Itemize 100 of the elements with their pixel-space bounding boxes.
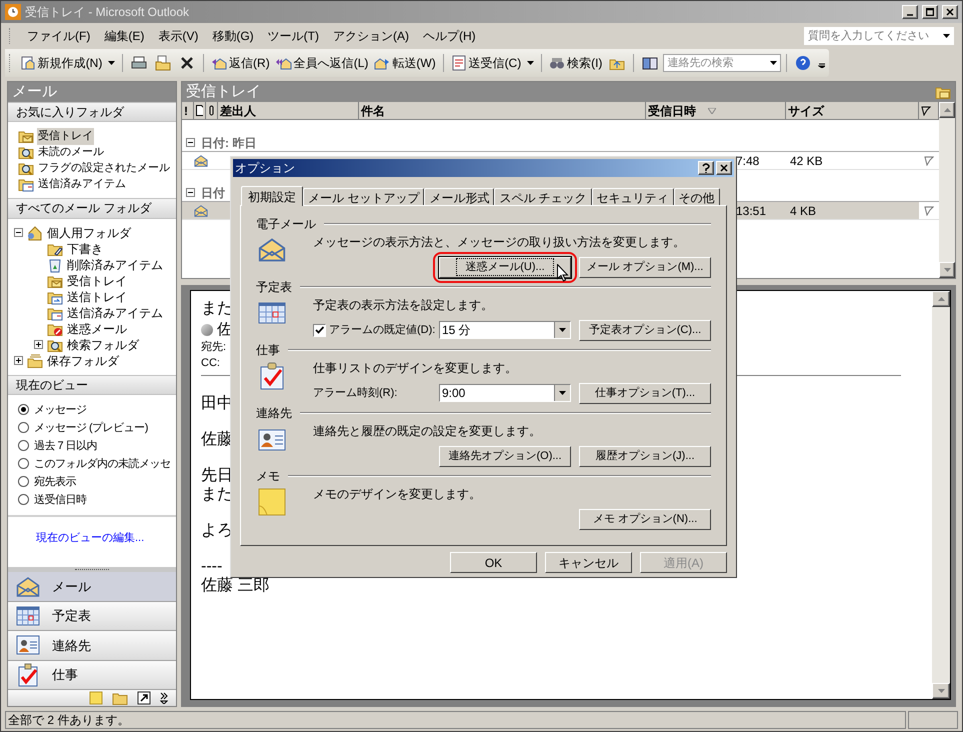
menu-item[interactable]: ヘルプ(H) [416, 27, 483, 45]
favorite-folder[interactable]: フラグの設定されたメール [37, 160, 171, 177]
nav-button[interactable]: 予定表 [8, 602, 176, 632]
close-button[interactable] [716, 161, 732, 175]
nav-button[interactable]: 仕事 [8, 660, 176, 690]
column-header[interactable]: 件名 [359, 102, 646, 119]
close-button[interactable] [942, 5, 958, 19]
folder-item[interactable]: 下書き [67, 240, 103, 258]
toolbar-button[interactable]: 全員へ返信(L) [274, 54, 370, 72]
folder-item[interactable]: 検索フォルダ [67, 336, 139, 354]
dialog-tab[interactable]: セキュリティ [592, 188, 674, 205]
folder-item[interactable]: 送信トレイ [67, 288, 127, 306]
cc-label: CC: [201, 356, 220, 371]
favorite-folder[interactable]: 未読のメール [37, 144, 105, 161]
radio-button[interactable] [18, 476, 29, 488]
column-header[interactable]: 差出人 [218, 102, 359, 119]
checkbox-label[interactable]: アラームの既定値(D): [329, 322, 436, 338]
scrollbar[interactable] [939, 102, 955, 278]
scroll-down-button[interactable] [932, 683, 950, 699]
toolbar-button[interactable]: 転送(W) [372, 54, 438, 72]
nav-button[interactable]: メール [8, 572, 176, 602]
favorite-folder[interactable]: 送信済みアイテム [37, 176, 127, 193]
view-option[interactable]: 過去 7 日以内 [34, 438, 98, 454]
toolbar-button[interactable]: 返信(R) [209, 54, 272, 72]
column-header[interactable]: サイズ [786, 102, 919, 119]
folder-item[interactable]: 受信トレイ [67, 272, 127, 290]
folder-item[interactable]: 迷惑メール [67, 320, 127, 338]
dialog-tab[interactable]: メール形式 [424, 188, 494, 205]
scroll-up-button[interactable] [932, 291, 950, 307]
folder-item[interactable]: 個人用フォルダ [47, 224, 131, 242]
option-button[interactable]: 履歴オプション(J)... [579, 446, 711, 466]
view-option[interactable]: このフォルダ内の未読メッセ [34, 456, 170, 472]
scroll-up-button[interactable] [939, 102, 955, 118]
menu-item[interactable]: ツール(T) [260, 27, 326, 45]
overflow-icon[interactable] [160, 692, 168, 704]
option-button[interactable]: 迷惑メール(U)... [439, 256, 571, 278]
dialog-tab[interactable]: 初期設定 [241, 186, 303, 206]
flag-icon[interactable] [924, 156, 934, 166]
dialog-button[interactable]: キャンセル [545, 552, 632, 573]
section-description: 仕事リストのデザインを変更します。 [313, 360, 517, 376]
trash-icon [47, 256, 63, 273]
menu-item[interactable]: 移動(G) [205, 27, 261, 45]
toolbar-button[interactable]: 検索(I) [547, 54, 604, 72]
option-button[interactable]: メール オプション(M)... [579, 256, 711, 278]
plus-icon [15, 357, 22, 364]
help-button[interactable] [698, 161, 714, 175]
view-option[interactable]: 宛先表示 [34, 474, 76, 490]
toolbar-button[interactable]: 新規作成(N) [18, 54, 104, 72]
radio-button[interactable] [18, 494, 29, 506]
expand-toggle[interactable] [34, 340, 43, 350]
collapse-toggle[interactable] [186, 188, 195, 197]
edit-view-link[interactable]: 現在のビューの編集... [36, 532, 144, 544]
scrollbar[interactable] [932, 291, 950, 699]
option-button[interactable]: メモ オプション(N)... [579, 508, 711, 530]
dialog-tab[interactable]: その他 [674, 188, 720, 205]
expand-toggle[interactable] [14, 356, 23, 366]
binoculars-icon [549, 55, 566, 71]
option-button[interactable]: 仕事オプション(T)... [579, 382, 711, 404]
collapse-toggle[interactable] [14, 228, 23, 238]
flag-icon[interactable] [924, 206, 934, 216]
combo-box[interactable]: 9:00 [439, 384, 571, 402]
close-icon [720, 164, 728, 172]
dialog-button[interactable]: OK [450, 552, 537, 573]
contact-card-icon [16, 633, 40, 658]
dialog-tab[interactable]: スペル チェック [494, 188, 592, 205]
menu-item[interactable]: 編集(E) [97, 27, 152, 45]
scroll-down-button[interactable] [939, 262, 955, 278]
menu-item[interactable]: アクション(A) [326, 27, 416, 45]
favorite-folder[interactable]: 受信トレイ [37, 128, 94, 145]
group-header[interactable]: 日付 [201, 184, 225, 202]
radio-button[interactable] [18, 422, 29, 434]
folder-item[interactable]: 送信済みアイテム [67, 304, 163, 322]
folder-item[interactable]: 保存フォルダ [47, 352, 119, 370]
option-button[interactable]: 連絡先オプション(O)... [439, 446, 571, 466]
nav-button[interactable]: 連絡先 [8, 631, 176, 661]
option-button[interactable]: 予定表オプション(C)... [579, 320, 711, 340]
minimize-button[interactable] [902, 5, 918, 19]
column-header[interactable]: ! [182, 102, 194, 119]
help-search-field[interactable]: 質問を入力してください [804, 27, 954, 45]
maximize-button[interactable] [922, 5, 938, 19]
contact-search-field[interactable]: 連絡先の検索 [663, 54, 782, 72]
menu-item[interactable]: 表示(V) [151, 27, 206, 45]
folder-item[interactable]: 削除済みアイテム [67, 256, 163, 274]
view-option[interactable]: メッセージ [34, 402, 86, 418]
collapse-toggle[interactable] [186, 138, 195, 147]
dropdown-arrow-icon[interactable] [108, 61, 116, 65]
menu-item[interactable]: ファイル(F) [20, 27, 98, 45]
radio-button[interactable] [18, 440, 29, 452]
view-option[interactable]: 送受信日時 [34, 492, 86, 508]
view-option[interactable]: メッセージ (プレビュー) [34, 420, 148, 436]
group-header[interactable]: 日付: 昨日 [201, 134, 256, 152]
dialog-tab[interactable]: メール セットアップ [303, 188, 424, 205]
radio-button[interactable] [18, 458, 29, 470]
column-header[interactable]: 受信日時 [646, 102, 786, 119]
column-header[interactable] [194, 102, 206, 119]
combo-box[interactable]: 15 分 [439, 321, 571, 339]
toolbar-button[interactable]: 送受信(C) [448, 54, 524, 72]
dropdown-arrow-icon[interactable] [527, 61, 534, 65]
checkbox[interactable] [313, 324, 326, 336]
radio-button[interactable] [18, 404, 29, 416]
